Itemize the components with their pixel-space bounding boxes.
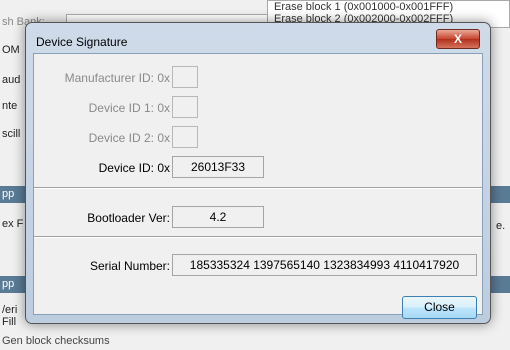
group-header-bar [491, 276, 510, 293]
manufacturer-id-label: Manufacturer ID: 0x [64, 71, 170, 85]
serial-number-field: 185335324 1397565140 1323834993 41104179… [172, 254, 477, 276]
separator [34, 236, 482, 238]
bootloader-ver-field: 4.2 [172, 206, 264, 228]
device-id-2-field [172, 126, 198, 148]
bg-label-fragment: ex F [2, 218, 24, 230]
bootloader-ver-label: Bootloader Ver: [87, 211, 170, 225]
device-id-label: Device ID: 0x [98, 161, 170, 175]
group-header-bar [491, 186, 510, 203]
device-id-1-field [172, 96, 198, 118]
close-icon[interactable]: X [436, 29, 480, 49]
bg-label-fragment: pp [2, 278, 15, 290]
gen-block-checksums-label[interactable]: Gen block checksums [2, 335, 110, 347]
device-id-field: 26013F33 [172, 156, 264, 178]
bg-label-fragment: Fill [2, 316, 17, 328]
bg-label-fragment: e. [496, 220, 506, 232]
close-button[interactable]: Close [402, 296, 477, 319]
erase-block-item[interactable]: Erase block 1 (0x001000-0x001FFF) [268, 1, 509, 13]
separator [34, 187, 482, 189]
bg-label-fragment: nte [2, 100, 18, 112]
serial-number-label: Serial Number: [89, 259, 170, 273]
device-id-1-label: Device ID 1: 0x [88, 101, 170, 115]
dialog-client-area: Manufacturer ID: 0x Device ID 1: 0x Devi… [33, 53, 483, 319]
device-signature-dialog: Device Signature X Manufacturer ID: 0x D… [25, 22, 491, 324]
bg-label-fragment: aud [2, 74, 21, 86]
device-id-2-label: Device ID 2: 0x [88, 131, 170, 145]
dialog-title: Device Signature [36, 35, 128, 49]
bg-label-fragment: OM [2, 44, 20, 56]
bg-label-fragment: scill [2, 128, 21, 140]
manufacturer-id-field [172, 66, 198, 88]
bg-label-fragment: pp [2, 188, 15, 200]
bg-label-fragment: /eri [2, 304, 18, 316]
